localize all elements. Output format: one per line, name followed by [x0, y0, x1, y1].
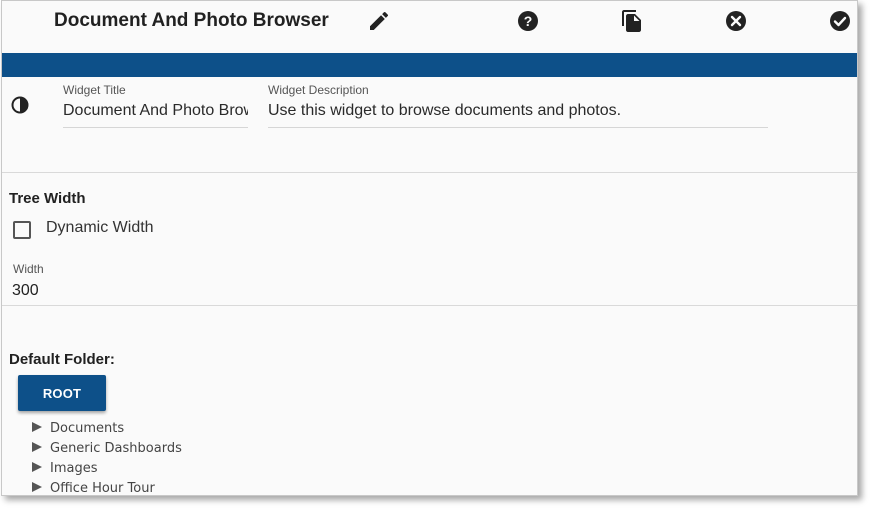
tree-item-generic-dashboards[interactable]: Generic Dashboards [32, 438, 182, 458]
page-title: Document And Photo Browser [54, 10, 329, 31]
svg-text:?: ? [524, 13, 533, 29]
tree-item-label: Generic Dashboards [50, 440, 182, 456]
dynamic-width-checkbox[interactable] [13, 221, 31, 239]
width-label: Width [13, 262, 44, 276]
divider [2, 305, 857, 306]
expand-arrow-icon[interactable] [32, 422, 42, 432]
header: Document And Photo Browser ? [2, 1, 857, 53]
widget-title-input[interactable]: Document And Photo Browser [63, 101, 248, 128]
widget-title-label: Widget Title [63, 83, 126, 97]
expand-arrow-icon[interactable] [32, 482, 42, 492]
contrast-icon[interactable] [10, 95, 30, 115]
widget-description-input[interactable]: Use this widget to browse documents and … [268, 101, 768, 128]
dynamic-width-label[interactable]: Dynamic Width [46, 219, 154, 237]
expand-arrow-icon[interactable] [32, 442, 42, 452]
folder-tree: Documents Generic Dashboards Images Offi… [32, 418, 182, 496]
widget-editor-panel: Document And Photo Browser ? Widget Titl… [1, 0, 858, 496]
widget-description-label: Widget Description [268, 83, 369, 97]
close-icon[interactable] [724, 9, 748, 33]
expand-arrow-icon[interactable] [32, 462, 42, 472]
accent-band [2, 53, 857, 77]
root-button[interactable]: ROOT [18, 375, 106, 411]
tree-item-documents[interactable]: Documents [32, 418, 182, 438]
tree-item-label: Office Hour Tour [50, 480, 155, 496]
width-input[interactable]: 300 [12, 282, 39, 300]
edit-icon[interactable] [367, 9, 391, 33]
copy-icon[interactable] [620, 9, 644, 33]
tree-item-images[interactable]: Images [32, 458, 182, 478]
tree-item-office-hour-tour[interactable]: Office Hour Tour [32, 478, 182, 496]
tree-item-label: Documents [50, 420, 125, 436]
confirm-icon[interactable] [828, 9, 852, 33]
tree-item-label: Images [50, 460, 98, 476]
help-icon[interactable]: ? [516, 9, 540, 33]
divider [2, 172, 857, 173]
default-folder-heading: Default Folder: [9, 351, 115, 368]
tree-width-heading: Tree Width [9, 190, 86, 207]
